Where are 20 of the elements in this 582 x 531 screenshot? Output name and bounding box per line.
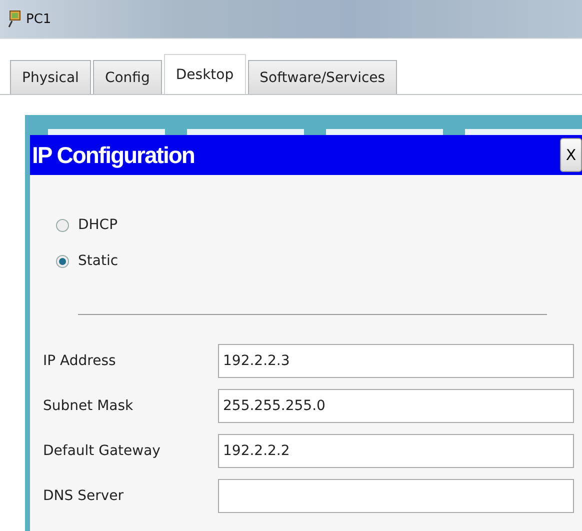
window-title: PC1 bbox=[26, 12, 52, 26]
close-button[interactable]: X bbox=[560, 138, 582, 172]
radio-button[interactable] bbox=[56, 254, 69, 268]
input-field[interactable]: 255.255.255.0 bbox=[218, 389, 574, 423]
radio-label: Static bbox=[78, 253, 118, 269]
tab[interactable]: Config bbox=[92, 60, 162, 94]
tab[interactable]: Desktop bbox=[164, 54, 246, 94]
dialog-title: IP Configuration bbox=[32, 142, 194, 168]
input-field[interactable]: 192.2.2.2 bbox=[218, 434, 574, 468]
radio-label: DHCP bbox=[78, 217, 118, 233]
field-label: IP Address bbox=[43, 353, 117, 369]
field-label: Default Gateway bbox=[43, 443, 162, 459]
radio-button[interactable] bbox=[56, 218, 69, 232]
tab[interactable]: Physical bbox=[10, 60, 91, 94]
field-label: DNS Server bbox=[43, 488, 124, 504]
input-field[interactable] bbox=[218, 479, 574, 513]
tab[interactable]: Software/Services bbox=[248, 60, 398, 94]
input-field[interactable]: 192.2.2.3 bbox=[218, 344, 574, 378]
field-label: Subnet Mask bbox=[43, 398, 134, 414]
computer-icon bbox=[8, 10, 22, 28]
